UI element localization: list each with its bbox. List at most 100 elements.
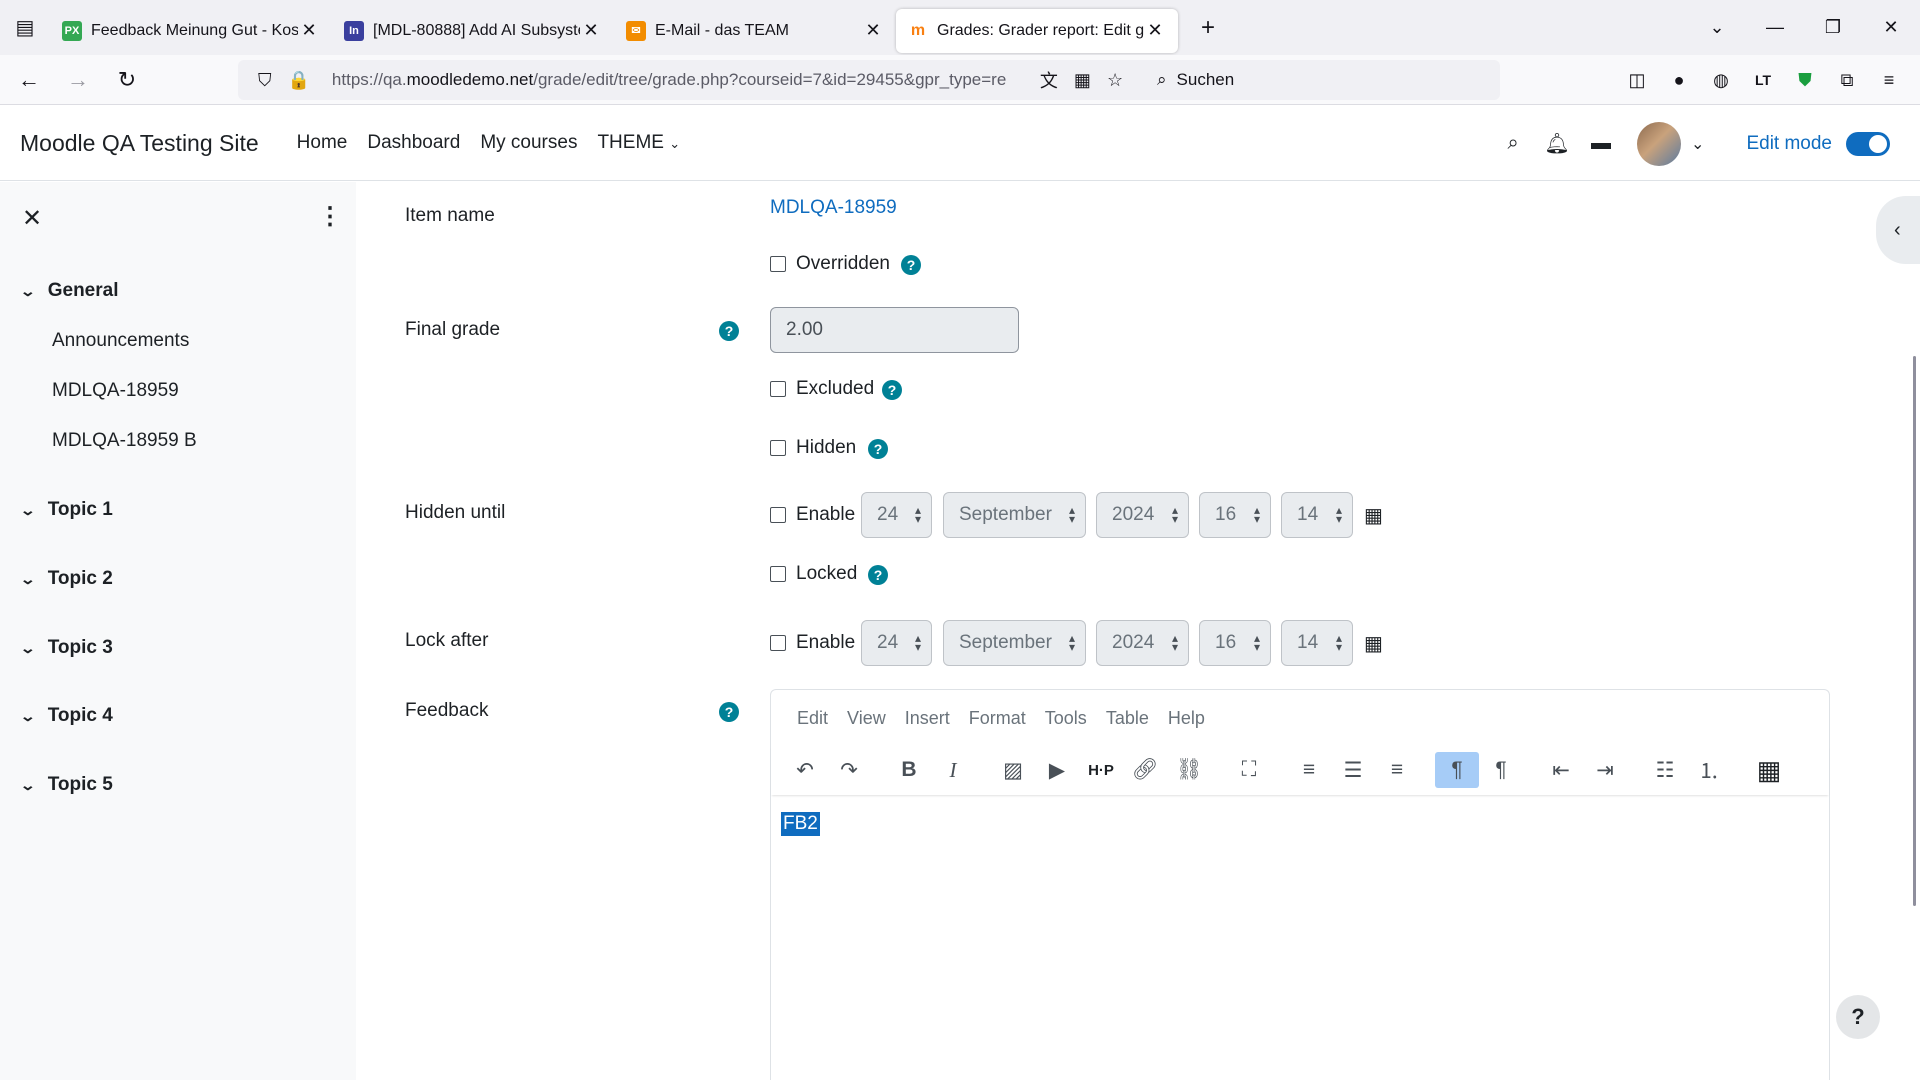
section-topic-3[interactable]: ⌄ Topic 3 bbox=[20, 637, 113, 659]
lock-after-enable-checkbox[interactable]: Enable bbox=[770, 632, 855, 654]
italic-icon[interactable]: I bbox=[931, 752, 975, 788]
chevron-down-icon[interactable]: ⌄ bbox=[20, 283, 36, 300]
minimize-icon[interactable]: — bbox=[1746, 17, 1804, 38]
bullet-list-icon[interactable]: ☷ bbox=[1643, 752, 1687, 788]
help-icon[interactable]: ? bbox=[901, 255, 921, 275]
rtl-icon[interactable]: ¶ bbox=[1479, 752, 1523, 788]
item-name-link[interactable]: MDLQA-18959 bbox=[770, 197, 897, 219]
extensions-puzzle-icon[interactable]: ⧉ bbox=[1826, 70, 1868, 91]
section-topic-5[interactable]: ⌄ Topic 5 bbox=[20, 774, 113, 796]
languagetool-icon[interactable]: LT bbox=[1742, 72, 1784, 88]
unlink-icon[interactable]: ⛓ bbox=[1167, 752, 1211, 788]
outdent-icon[interactable]: ⇤ bbox=[1539, 752, 1583, 788]
menu-help[interactable]: Help bbox=[1168, 708, 1205, 729]
chevron-down-icon[interactable]: ⌄ bbox=[20, 571, 36, 588]
nav-dashboard[interactable]: Dashboard bbox=[367, 132, 460, 154]
user-menu-chevron-icon[interactable]: ⌄ bbox=[1691, 134, 1704, 154]
menu-icon[interactable]: ≡ bbox=[1868, 70, 1910, 91]
browser-tab-active[interactable]: m Grades: Grader report: Edit grad ✕ bbox=[896, 8, 1178, 53]
chevron-down-icon[interactable]: ⌄ bbox=[20, 640, 36, 657]
window-close-icon[interactable]: ✕ bbox=[1862, 17, 1920, 38]
lock-after-year-select[interactable]: 2024 ▴ ▾ bbox=[1096, 620, 1189, 666]
locked-checkbox[interactable]: Locked bbox=[770, 563, 857, 585]
lock-after-month-select[interactable]: September ▴ ▾ bbox=[943, 620, 1086, 666]
close-tab-icon[interactable]: ✕ bbox=[298, 20, 320, 41]
ltr-icon[interactable]: ¶ bbox=[1435, 752, 1479, 788]
menu-insert[interactable]: Insert bbox=[905, 708, 950, 729]
checkbox-box[interactable] bbox=[770, 256, 786, 272]
checkbox-box[interactable] bbox=[770, 381, 786, 397]
help-icon[interactable]: ? bbox=[882, 380, 902, 400]
browser-tab[interactable]: ✉ E-Mail - das TEAM ✕ bbox=[614, 9, 896, 53]
translate-icon[interactable]: 文 bbox=[1040, 67, 1058, 93]
bold-icon[interactable]: B bbox=[887, 752, 931, 788]
checkbox-box[interactable] bbox=[770, 566, 786, 582]
hidden-until-hour-select[interactable]: 16 ▴ ▾ bbox=[1199, 492, 1271, 538]
link-icon[interactable]: 🔗︎ bbox=[1123, 752, 1167, 788]
browser-tab[interactable]: In [MDL-80888] Add AI Subsystem ✕ bbox=[332, 9, 614, 53]
search-bar[interactable]: ⌕ Suchen bbox=[1145, 60, 1500, 100]
section-topic-2[interactable]: ⌄ Topic 2 bbox=[20, 568, 113, 590]
excluded-checkbox[interactable]: Excluded bbox=[770, 378, 874, 400]
lock-icon[interactable]: 🔒 bbox=[288, 70, 310, 91]
lock-after-minute-select[interactable]: 14 ▴ ▾ bbox=[1281, 620, 1353, 666]
tab-list-icon[interactable]: ▤ bbox=[0, 0, 50, 55]
shield-icon[interactable]: ⛉ bbox=[258, 70, 272, 91]
align-right-icon[interactable]: ≡ bbox=[1375, 752, 1419, 788]
fullscreen-icon[interactable]: ⛶ bbox=[1227, 752, 1271, 788]
section-topic-1[interactable]: ⌄ Topic 1 bbox=[20, 499, 113, 521]
editor-content[interactable]: FB2 bbox=[781, 812, 820, 836]
checkbox-box[interactable] bbox=[770, 440, 786, 456]
numbered-list-icon[interactable]: ⒈ bbox=[1687, 752, 1731, 788]
activity-item[interactable]: Announcements bbox=[52, 330, 189, 352]
menu-tools[interactable]: Tools bbox=[1045, 708, 1087, 729]
section-topic-4[interactable]: ⌄ Topic 4 bbox=[20, 705, 113, 727]
help-icon[interactable]: ? bbox=[719, 702, 739, 722]
help-icon[interactable]: ? bbox=[868, 565, 888, 585]
hidden-until-enable-checkbox[interactable]: Enable bbox=[770, 504, 855, 526]
new-tab-icon[interactable]: + bbox=[1188, 8, 1228, 48]
restore-icon[interactable]: ❐ bbox=[1804, 17, 1862, 38]
indent-icon[interactable]: ⇥ bbox=[1583, 752, 1627, 788]
bookmark-star-icon[interactable]: ☆ bbox=[1107, 70, 1123, 91]
avatar[interactable] bbox=[1637, 121, 1682, 166]
activity-item[interactable]: MDLQA-18959 bbox=[52, 380, 179, 402]
hidden-until-year-select[interactable]: 2024 ▴ ▾ bbox=[1096, 492, 1189, 538]
site-name[interactable]: Moodle QA Testing Site bbox=[20, 130, 259, 157]
image-icon[interactable]: ▨ bbox=[991, 752, 1035, 788]
hidden-until-minute-select[interactable]: 14 ▴ ▾ bbox=[1281, 492, 1353, 538]
close-tab-icon[interactable]: ✕ bbox=[1144, 20, 1166, 41]
chevron-down-icon[interactable]: ⌄ bbox=[20, 708, 36, 725]
scrollbar[interactable] bbox=[1913, 356, 1916, 906]
calendar-icon[interactable]: ▦ bbox=[1364, 631, 1383, 656]
overridden-checkbox[interactable]: Overridden bbox=[770, 253, 890, 275]
menu-edit[interactable]: Edit bbox=[797, 708, 828, 729]
extension-icon[interactable]: ◍ bbox=[1700, 70, 1742, 91]
calendar-icon[interactable]: ▦ bbox=[1364, 503, 1383, 528]
back-icon[interactable]: ← bbox=[9, 60, 49, 100]
help-icon[interactable]: ? bbox=[868, 439, 888, 459]
edit-mode-toggle[interactable] bbox=[1846, 131, 1890, 156]
open-block-drawer-button[interactable]: ‹ bbox=[1876, 196, 1920, 264]
nav-theme[interactable]: THEME ⌄ bbox=[597, 132, 680, 154]
reload-icon[interactable]: ↻ bbox=[107, 60, 147, 100]
h5p-icon[interactable]: H·P bbox=[1079, 752, 1123, 788]
menu-table[interactable]: Table bbox=[1106, 708, 1149, 729]
activity-item[interactable]: MDLQA-18959 B bbox=[52, 430, 197, 452]
menu-format[interactable]: Format bbox=[969, 708, 1026, 729]
forward-icon[interactable]: → bbox=[58, 60, 98, 100]
undo-icon[interactable]: ↶ bbox=[783, 752, 827, 788]
final-grade-input[interactable]: 2.00 bbox=[770, 307, 1019, 353]
calculator-icon[interactable]: ▦ bbox=[1747, 752, 1791, 788]
close-tab-icon[interactable]: ✕ bbox=[580, 20, 602, 41]
adblock-shield-icon[interactable]: ⛊ bbox=[1784, 70, 1826, 91]
media-icon[interactable]: ▶ bbox=[1035, 752, 1079, 788]
checkbox-box[interactable] bbox=[770, 507, 786, 523]
section-general[interactable]: ⌄ General bbox=[20, 280, 119, 302]
bell-icon[interactable]: 🔔︎ bbox=[1535, 131, 1579, 156]
help-icon[interactable]: ? bbox=[719, 321, 739, 341]
url-text[interactable]: https://qa.moodledemo.net/grade/edit/tre… bbox=[332, 70, 1032, 90]
checkbox-box[interactable] bbox=[770, 635, 786, 651]
help-button[interactable]: ? bbox=[1836, 995, 1880, 1039]
nav-home[interactable]: Home bbox=[297, 132, 348, 154]
